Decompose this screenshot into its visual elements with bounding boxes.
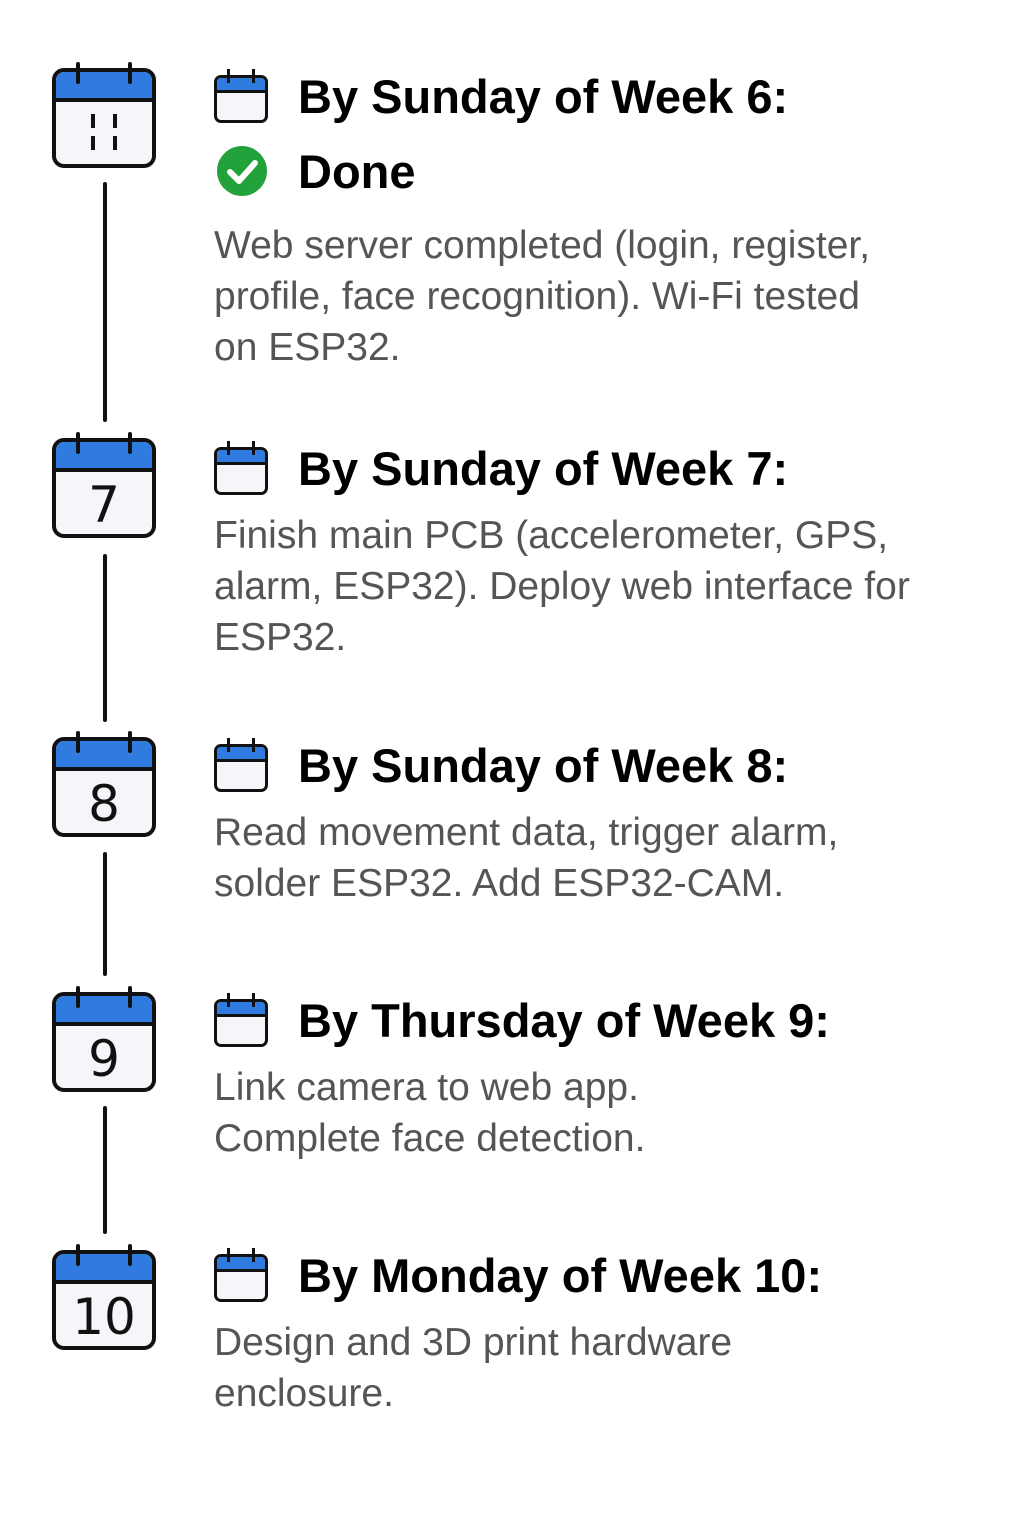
milestone-heading: By Sunday of Week 7: <box>298 441 789 495</box>
description-line: enclosure. <box>214 1372 394 1415</box>
timeline-connector <box>103 1106 107 1234</box>
calendar-icon <box>214 441 268 495</box>
milestone-week-10: By Monday of Week 10: Design and 3D prin… <box>214 1245 1004 1419</box>
description-line: Web server completed (login, register, <box>214 224 871 267</box>
description-line: profile, face recognition). Wi-Fi tested <box>214 275 860 318</box>
calendar-icon <box>214 1248 268 1302</box>
milestone-heading: By Monday of Week 10: <box>298 1248 823 1302</box>
milestone-description: Read movement data, trigger alarm, solde… <box>214 807 1004 909</box>
week-9-calendar-icon: 9 <box>52 986 156 1092</box>
calendar-tick-marks <box>56 114 152 154</box>
status-label: Done <box>298 144 416 198</box>
calendar-number: 10 <box>72 1288 136 1346</box>
week-10-calendar-icon: 10 <box>52 1244 156 1350</box>
timeline-connector <box>103 554 107 722</box>
timeline-connector <box>103 182 107 422</box>
calendar-icon <box>214 69 268 123</box>
description-line: solder ESP32. Add ESP32-CAM. <box>214 862 785 905</box>
description-line: Read movement data, trigger alarm, <box>214 811 839 854</box>
timeline-connector <box>103 852 107 976</box>
description-line: Finish main PCB (accelerometer, GPS, <box>214 514 889 557</box>
week-6-calendar-icon <box>52 62 156 168</box>
calendar-icon <box>214 993 268 1047</box>
calendar-number: 8 <box>88 775 120 833</box>
milestone-heading: By Thursday of Week 9: <box>298 993 830 1047</box>
milestone-week-8: By Sunday of Week 8: Read movement data,… <box>214 735 1004 909</box>
milestone-description: Finish main PCB (accelerometer, GPS, ala… <box>214 510 1004 663</box>
description-line: Design and 3D print hardware <box>214 1321 733 1364</box>
calendar-number: 9 <box>88 1030 120 1088</box>
milestone-heading: By Sunday of Week 6: <box>298 69 789 123</box>
week-7-calendar-icon: 7 <box>52 432 156 538</box>
description-line: alarm, ESP32). Deploy web interface for <box>214 565 910 608</box>
check-circle-icon <box>217 146 267 196</box>
description-line: Link camera to web app. <box>214 1066 639 1109</box>
description-line: ESP32. <box>214 616 347 659</box>
milestone-description: Link camera to web app. Complete face de… <box>214 1062 1004 1164</box>
milestone-week-6: By Sunday of Week 6: Done Web server com… <box>214 66 1004 373</box>
description-line: on ESP32. <box>214 326 401 369</box>
status-row: Done <box>214 136 1004 206</box>
milestone-description: Web server completed (login, register, p… <box>214 220 1004 373</box>
description-line: Complete face detection. <box>214 1117 646 1160</box>
milestone-description: Design and 3D print hardware enclosure. <box>214 1317 1004 1419</box>
week-8-calendar-icon: 8 <box>52 731 156 837</box>
calendar-icon <box>214 738 268 792</box>
calendar-number: 7 <box>88 476 120 534</box>
milestone-week-7: By Sunday of Week 7: Finish main PCB (ac… <box>214 438 1004 663</box>
milestone-week-9: By Thursday of Week 9: Link camera to we… <box>214 990 1004 1164</box>
milestone-heading: By Sunday of Week 8: <box>298 738 789 792</box>
